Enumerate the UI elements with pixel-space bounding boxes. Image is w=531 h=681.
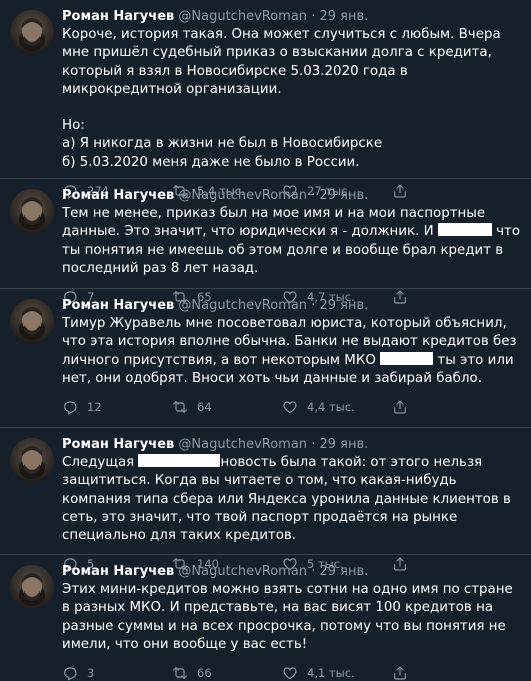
avatar[interactable] xyxy=(10,438,54,482)
like-button[interactable]: 4,1 тыс. xyxy=(282,665,392,681)
tweet-header: Роман Нагучев @NagutchevRoman · 29 янв. xyxy=(62,297,521,314)
reply-button[interactable]: 12 xyxy=(62,399,172,415)
tweet-header: Роман Нагучев @NagutchevRoman · 29 янв. xyxy=(62,8,521,25)
author-handle[interactable]: @NagutchevRoman xyxy=(178,188,307,203)
separator: · xyxy=(311,9,316,24)
tweet-paragraph: а) Я никогда в жизни не был в Новосибирс… xyxy=(62,136,383,152)
tweet-actions: 3 66 4,1 тыс. xyxy=(62,665,521,681)
reply-icon xyxy=(64,667,77,681)
tweet-date[interactable]: 29 янв. xyxy=(319,9,368,24)
share-button[interactable] xyxy=(392,399,417,415)
share-button[interactable] xyxy=(392,665,417,681)
tweet[interactable]: Роман Нагучев @NagutchevRoman · 29 янв. … xyxy=(0,555,531,681)
author-name[interactable]: Роман Нагучев xyxy=(62,188,174,203)
retweet-button[interactable]: 64 xyxy=(172,399,282,415)
author-name[interactable]: Роман Нагучев xyxy=(62,9,174,24)
like-button[interactable]: 4,4 тыс. xyxy=(282,399,392,415)
separator: · xyxy=(311,437,316,452)
share-icon xyxy=(394,400,406,414)
tweet[interactable]: Роман Нагучев @NagutchevRoman · 29 янв. … xyxy=(0,289,531,428)
retweet-icon xyxy=(173,401,187,414)
tweet-paragraph: б) 5.03.2020 меня даже не было в России. xyxy=(62,154,360,170)
avatar[interactable] xyxy=(10,299,54,343)
avatar[interactable] xyxy=(10,10,54,54)
author-handle[interactable]: @NagutchevRoman xyxy=(178,298,307,313)
redacted-text xyxy=(437,223,492,237)
tweet-paragraph: Но: xyxy=(62,118,85,134)
like-icon xyxy=(283,667,297,680)
author-handle[interactable]: @NagutchevRoman xyxy=(178,564,307,579)
retweet-count: 66 xyxy=(197,666,212,681)
author-name[interactable]: Роман Нагучев xyxy=(62,564,174,579)
tweet-header: Роман Нагучев @NagutchevRoman · 29 янв. xyxy=(62,563,521,580)
tweet-text-part: Этих мини-кредитов можно взять сотни на … xyxy=(62,582,513,652)
author-handle[interactable]: @NagutchevRoman xyxy=(178,9,307,24)
author-name[interactable]: Роман Нагучев xyxy=(62,437,174,452)
separator: · xyxy=(311,564,316,579)
tweet-thread: Роман Нагучев @NagutchevRoman · 29 янв. … xyxy=(0,0,531,681)
reply-icon xyxy=(64,401,77,415)
tweet-paragraph: Короче, история такая. Она может случить… xyxy=(62,27,501,97)
tweet[interactable]: Роман Нагучев @NagutchevRoman · 29 янв. … xyxy=(0,428,531,573)
author-name[interactable]: Роман Нагучев xyxy=(62,298,174,313)
share-icon xyxy=(394,666,406,680)
reply-button[interactable]: 3 xyxy=(62,665,172,681)
avatar[interactable] xyxy=(10,565,54,609)
separator: · xyxy=(311,188,316,203)
tweet-date[interactable]: 29 янв. xyxy=(319,564,368,579)
redacted-text xyxy=(380,351,434,365)
retweet-icon xyxy=(173,667,187,680)
tweet-text: Этих мини-кредитов можно взять сотни на … xyxy=(62,581,521,654)
tweet-text: Короче, история такая. Она может случить… xyxy=(62,26,521,172)
tweet-header: Роман Нагучев @NagutchevRoman · 29 янв. xyxy=(62,436,521,453)
tweet[interactable]: Роман Нагучев @NagutchevRoman · 29 янв. … xyxy=(0,179,531,305)
avatar[interactable] xyxy=(10,189,54,233)
like-icon xyxy=(283,401,297,414)
retweet-button[interactable]: 66 xyxy=(172,665,282,681)
tweet-text-part: Тем не менее, приказ был на мое имя и на… xyxy=(62,206,486,240)
tweet-date[interactable]: 29 янв. xyxy=(319,437,368,452)
tweet-text: Тем не менее, приказ был на мое имя и на… xyxy=(62,205,521,278)
separator: · xyxy=(311,298,316,313)
tweet-text: Следущая новость была такой: от этого не… xyxy=(62,454,521,545)
tweet-header: Роман Нагучев @NagutchevRoman · 29 янв. xyxy=(62,187,521,204)
like-count: 4,4 тыс. xyxy=(307,400,355,415)
tweet-date[interactable]: 29 янв. xyxy=(319,298,368,313)
tweet[interactable]: Роман Нагучев @NagutchevRoman · 29 янв. … xyxy=(0,0,531,199)
retweet-count: 64 xyxy=(197,400,212,415)
tweet-date[interactable]: 29 янв. xyxy=(319,188,368,203)
like-count: 4,1 тыс. xyxy=(307,666,355,681)
tweet-text-part: Следущая xyxy=(62,455,139,470)
reply-count: 3 xyxy=(87,666,95,681)
tweet-text: Тимур Журавель мне посоветовал юриста, к… xyxy=(62,315,521,388)
author-handle[interactable]: @NagutchevRoman xyxy=(178,437,307,452)
tweet-actions: 12 64 4,4 тыс. xyxy=(62,399,521,415)
reply-count: 12 xyxy=(87,400,102,415)
redacted-text xyxy=(138,454,221,467)
